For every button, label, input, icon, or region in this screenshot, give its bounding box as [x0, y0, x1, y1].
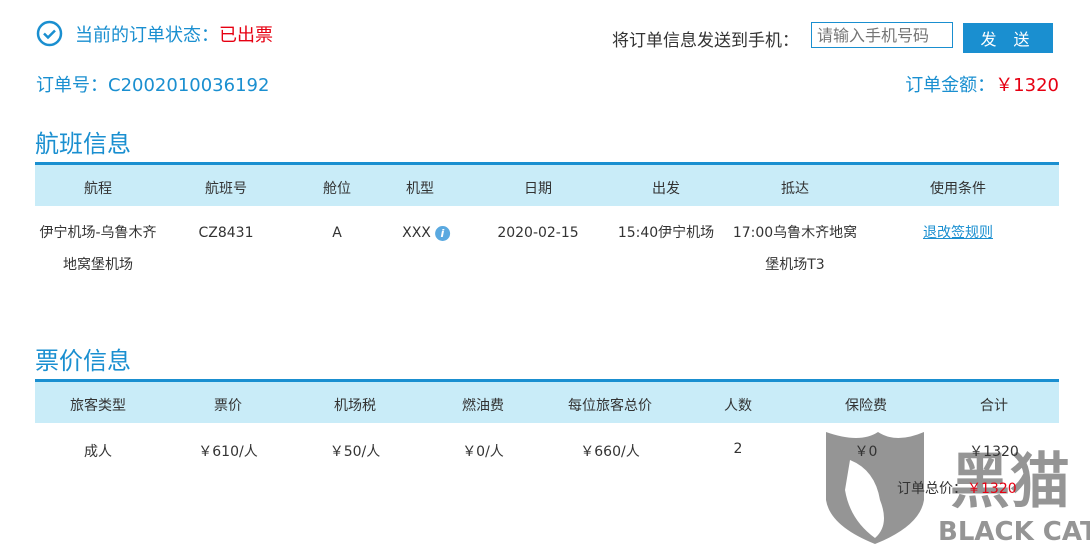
col-header: 人数	[724, 398, 752, 414]
col-header: 旅客类型	[70, 398, 126, 414]
flight-table-header: 航程 航班号 舱位 机型 日期 出发 抵达 使用条件	[35, 162, 1059, 206]
airport-tax: ￥50/人	[329, 444, 381, 460]
col-header: 航程	[84, 181, 112, 197]
flight-section-title: 航班信息	[35, 130, 131, 158]
insurance: ￥0	[854, 444, 878, 460]
col-header: 抵达	[781, 181, 809, 197]
svg-text:BLACK CAT: BLACK CAT	[938, 517, 1090, 546]
phone-input[interactable]	[811, 22, 953, 48]
passenger-type: 成人	[84, 444, 112, 460]
order-total: 订单总价：￥1320	[897, 478, 1017, 498]
per-passenger-total: ￥660/人	[580, 444, 640, 460]
cabin: A	[332, 225, 342, 241]
col-header: 每位旅客总价	[568, 398, 652, 414]
col-header: 出发	[652, 181, 680, 197]
info-icon[interactable]: i	[434, 225, 450, 241]
col-header: 舱位	[323, 181, 351, 197]
status-label: 当前的订单状态：	[75, 24, 219, 46]
col-header: 机型	[406, 181, 434, 197]
send-label: 将订单信息发送到手机：	[612, 31, 799, 51]
col-header: 燃油费	[462, 398, 504, 414]
order-amount-value: ￥1320	[995, 75, 1059, 96]
subtotal: ￥1320	[969, 444, 1019, 460]
check-circle-icon	[36, 20, 63, 47]
refund-rules-link[interactable]: 退改签规则	[923, 217, 993, 249]
col-header: 航班号	[205, 181, 247, 197]
order-amount-label: 订单金额：	[905, 75, 996, 96]
depart: 15:40伊宁机场	[617, 225, 715, 241]
aircraft: XXX i	[402, 217, 450, 249]
col-header: 机场税	[334, 398, 376, 414]
price-section-title: 票价信息	[35, 347, 131, 375]
date: 2020-02-15	[497, 225, 579, 241]
col-header: 日期	[524, 181, 552, 197]
order-total-label: 订单总价：	[897, 481, 967, 497]
status-value: 已出票	[219, 24, 273, 46]
order-number-value: C2002010036192	[108, 75, 270, 96]
fare: ￥610/人	[198, 444, 258, 460]
order-number-label: 订单号：	[36, 75, 108, 96]
price-table-header: 旅客类型 票价 机场税 燃油费 每位旅客总价 人数 保险费 合计	[35, 379, 1059, 423]
order-amount: 订单金额：￥1320	[905, 71, 1059, 97]
send-button[interactable]: 发 送	[963, 23, 1053, 53]
col-header: 保险费	[845, 398, 887, 414]
flight-no: CZ8431	[198, 225, 254, 241]
col-header: 合计	[980, 398, 1008, 414]
route: 伊宁机场-乌鲁木齐 地窝堡机场	[39, 225, 157, 273]
fuel-fee: ￥0/人	[462, 444, 504, 460]
passenger-count: 2	[733, 441, 743, 457]
col-header: 使用条件	[930, 181, 986, 197]
arrive: 17:00乌鲁木齐地窝 堡机场T3	[732, 225, 858, 273]
order-number: 订单号：C2002010036192	[36, 71, 269, 97]
order-status: 当前的订单状态： 已出票	[36, 20, 273, 47]
col-header: 票价	[214, 398, 242, 414]
order-total-value: ￥1320	[967, 481, 1017, 497]
